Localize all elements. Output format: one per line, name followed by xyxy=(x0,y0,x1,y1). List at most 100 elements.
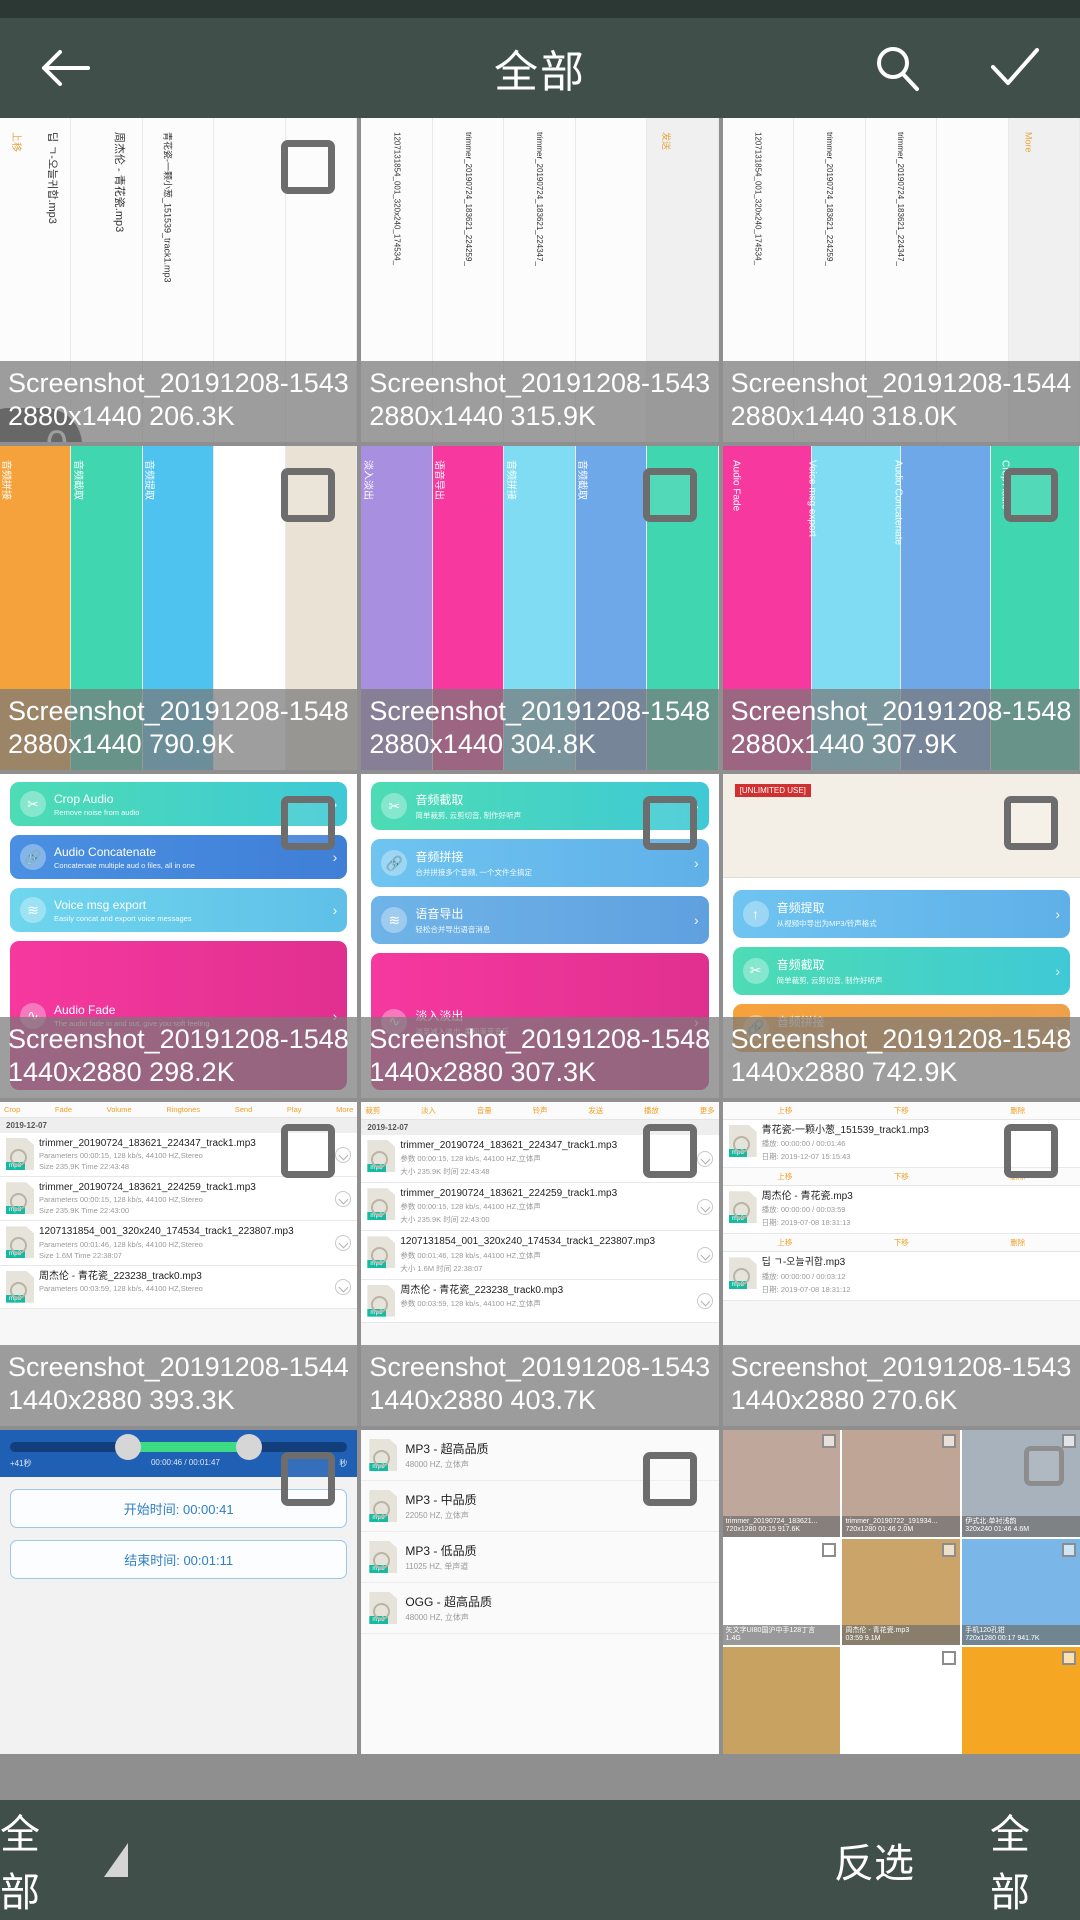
file-size: 大小 235.9K 时间 22:43:00 xyxy=(400,1215,490,1225)
grid-item[interactable]: 音频拼接 音频截取 音频提取 Screenshot_20191208-1548 … xyxy=(0,446,358,770)
feature-card: ≋ Voice msg export Easily concat and expo… xyxy=(10,888,348,932)
selection-checkbox[interactable] xyxy=(1004,468,1058,522)
grid-item[interactable]: trimmer_20190724_183621... 720x1280 00:15… xyxy=(722,1430,1080,1754)
slider-handle-end[interactable] xyxy=(236,1434,262,1460)
toolbar-item: 裁剪 xyxy=(365,1106,381,1115)
back-button[interactable] xyxy=(34,37,96,99)
filter-all-button[interactable]: 全部 xyxy=(0,1802,40,1918)
file-date: 日期: 2019-07-08 18:31:12 xyxy=(761,1284,851,1294)
selection-checkbox[interactable] xyxy=(642,1124,697,1178)
thumbnail-caption: Screenshot_20191208-1548 2880x1440 304.8… xyxy=(361,688,719,770)
selection-checkbox[interactable] xyxy=(1062,1651,1076,1666)
grid-item[interactable]: ✂ 音频截取 简单裁剪, 云剪切音, 制作好听声 › 🔗 音频拼接 合并拼接多个音频… xyxy=(361,774,719,1098)
mp3-badge: mp3 xyxy=(369,1463,388,1471)
selection-checkbox[interactable] xyxy=(942,1651,957,1666)
grid-item[interactable]: 上移 下移 删除 mp3 青花瓷-一颗小葱_151539_track1.mp3 … xyxy=(722,1102,1080,1426)
toolbar-item: 更多 xyxy=(699,1106,715,1115)
grid-item[interactable]: +41秒 00:00:46 / 00:01:47 秒 开始时间: 00:00:4… xyxy=(0,1430,358,1754)
selection-checkbox[interactable] xyxy=(642,1452,697,1506)
extract-icon: ↑ xyxy=(742,900,769,927)
grid-item[interactable]: 上移 딥 ㄱ-오늘귀합.mp3 周杰伦 - 青花瓷.mp3 青花瓷-一颗小葱_1… xyxy=(0,118,358,442)
file-size: 大小 1.6M 时间 22:38:07 xyxy=(400,1263,483,1273)
confirm-check-icon[interactable] xyxy=(984,37,1046,99)
status-bar xyxy=(0,0,1080,18)
grid-item[interactable]: ✂ Crop Audio Remove noise from audio › 🔗 … xyxy=(0,774,358,1098)
grid-item[interactable]: 周杰伦 - 青花瓷_223238_track0.mp3 1207131854_0… xyxy=(361,118,719,442)
triangle-icon[interactable] xyxy=(104,1843,128,1877)
selection-checkbox[interactable] xyxy=(942,1434,957,1448)
thumbnail-name: Screenshot_20191208-1543 xyxy=(730,1351,1072,1382)
grid-item[interactable]: mp3 MP3 - 超高品质 48000 HZ, 立体声 mp3 MP3 - 中… xyxy=(361,1430,719,1754)
select-all-button[interactable]: 全部 xyxy=(990,1802,1080,1918)
quality-meta: 11025 HZ, 单声道 xyxy=(405,1562,469,1571)
selection-checkbox[interactable] xyxy=(1062,1434,1076,1448)
toolbar-item: Send xyxy=(234,1105,253,1114)
card-sub: 合并拼接多个音频, 一个文件全搞定 xyxy=(415,868,532,877)
list-item: mp3 trimmer_20190724_183621_224259_track… xyxy=(0,1177,358,1222)
feature-card: ≋ 语音导出 轻松合并导出语音消息 › xyxy=(371,896,709,944)
thumbnail-meta: 2880x1440 304.8K xyxy=(369,729,597,760)
selection-checkbox[interactable] xyxy=(1004,796,1058,850)
file-name: 周杰伦 - 青花瓷_223238_track0.mp3 xyxy=(400,1284,564,1296)
mp3-badge: mp3 xyxy=(728,1215,748,1224)
video-name: trimmer_20190722_191934... xyxy=(845,1517,938,1525)
file-params: Parameters 00:03:59, 128 kb/s, 44100 HZ,… xyxy=(39,1283,203,1293)
thumbnail-meta: 1440x2880 393.3K xyxy=(8,1385,235,1416)
grid-item[interactable]: 裁剪 淡入 音量 铃声 发送 播放 更多 2019-12-07 mp3 trim… xyxy=(361,1102,719,1426)
file-size: Size 1.6M Time 22:38:07 xyxy=(39,1250,122,1260)
selection-checkbox[interactable] xyxy=(942,1542,957,1557)
grid-item[interactable]: Crop Fade Volume Ringtones Send Play Mor… xyxy=(0,1102,358,1426)
selection-checkbox[interactable] xyxy=(281,1124,336,1178)
card-sub: Concatenate multiple aud o files, all in… xyxy=(54,860,195,870)
selection-checkbox[interactable] xyxy=(1024,1446,1064,1486)
chevron-down-icon xyxy=(696,1198,713,1215)
selection-checkbox[interactable] xyxy=(281,1452,336,1506)
selection-checkbox[interactable] xyxy=(281,140,336,194)
toolbar-item: 播放 xyxy=(643,1106,659,1115)
mp3-badge: mp3 xyxy=(6,1162,25,1170)
file-name: trimmer_20190724_183621_224259_track1.mp… xyxy=(39,1182,256,1194)
trim-center-label: 00:00:46 / 00:01:47 xyxy=(150,1458,220,1467)
video-name: 矢文字UI80国沪中手128丁言 xyxy=(725,1626,816,1634)
search-icon[interactable] xyxy=(866,37,928,99)
thumbnail-meta: 1440x2880 298.2K xyxy=(8,1057,235,1088)
thumbnail-caption: Screenshot_20191208-1548 1440x2880 298.2… xyxy=(0,1016,358,1098)
quality-name: MP3 - 低品质 xyxy=(405,1544,477,1558)
video-meta: 720x1280 00:15 917.6K xyxy=(725,1526,801,1534)
file-name: 딥 ㄱ-오늘귀합.mp3 xyxy=(761,1257,846,1269)
grid-item[interactable]: 周杰伦 - 青花瓷_223238_track0.mp3 1207131854_0… xyxy=(722,118,1080,442)
chevron-right-icon: › xyxy=(1055,905,1060,922)
grid-item[interactable]: Audio Fade Voice msg export Audio Concat… xyxy=(722,446,1080,770)
selection-checkbox[interactable] xyxy=(1062,1542,1076,1557)
grid-item[interactable]: 淡入淡出 语音导出 音频拼接 音频截取 Screenshot_20191208-… xyxy=(361,446,719,770)
chevron-down-icon xyxy=(696,1150,713,1167)
screenshot-grid[interactable]: 上移 딥 ㄱ-오늘귀합.mp3 周杰伦 - 青花瓷.mp3 青花瓷-一颗小葱_1… xyxy=(0,118,1080,1800)
card-title: 音频提取 xyxy=(776,900,825,915)
toolbar-item: Crop xyxy=(4,1105,21,1114)
thumbnail-caption: Screenshot_20191208-1543 1440x2880 270.6… xyxy=(722,1344,1080,1426)
selection-checkbox[interactable] xyxy=(1004,1124,1058,1178)
toolbar-item: 删除 xyxy=(1010,1238,1026,1248)
chevron-down-icon xyxy=(335,1278,352,1295)
slider-handle-start[interactable] xyxy=(114,1434,141,1460)
file-name: 周杰伦 - 青花瓷_223238_track0.mp3 xyxy=(39,1270,202,1282)
mp3-badge: mp3 xyxy=(728,1281,748,1290)
file-params: 参数 00:03:59, 128 kb/s, 44100 HZ,立体声 xyxy=(400,1298,541,1308)
card-sub: 从视频中导出为MP3/铃声格式 xyxy=(776,918,877,928)
file-name: 1207131854_001_320x240_174534_track1_223… xyxy=(39,1226,294,1238)
selection-checkbox[interactable] xyxy=(642,796,697,850)
toolbar-item: 音量 xyxy=(476,1106,492,1115)
selection-checkbox[interactable] xyxy=(281,468,336,522)
end-time-button[interactable]: 结束时间: 00:01:11 xyxy=(10,1540,348,1579)
selection-checkbox[interactable] xyxy=(642,468,697,522)
app-header: 全部 xyxy=(0,18,1080,118)
hamburger-icon[interactable] xyxy=(676,1848,738,1873)
grid-item[interactable]: [UNLIMITED USE] ↑ 音频提取 从视频中导出为MP3/铃声格式 › … xyxy=(722,774,1080,1098)
selection-checkbox[interactable] xyxy=(822,1542,837,1557)
feature-card: ↑ 音频提取从视频中导出为MP3/铃声格式 › xyxy=(732,889,1070,938)
thumbnail-meta: 2880x1440 790.9K xyxy=(8,729,235,760)
card-sub: 简单裁剪, 云剪切音, 制作好听声 xyxy=(776,975,883,985)
selection-checkbox[interactable] xyxy=(822,1434,837,1448)
invert-selection-button[interactable]: 反选 xyxy=(834,1831,914,1889)
selection-checkbox[interactable] xyxy=(281,796,336,850)
